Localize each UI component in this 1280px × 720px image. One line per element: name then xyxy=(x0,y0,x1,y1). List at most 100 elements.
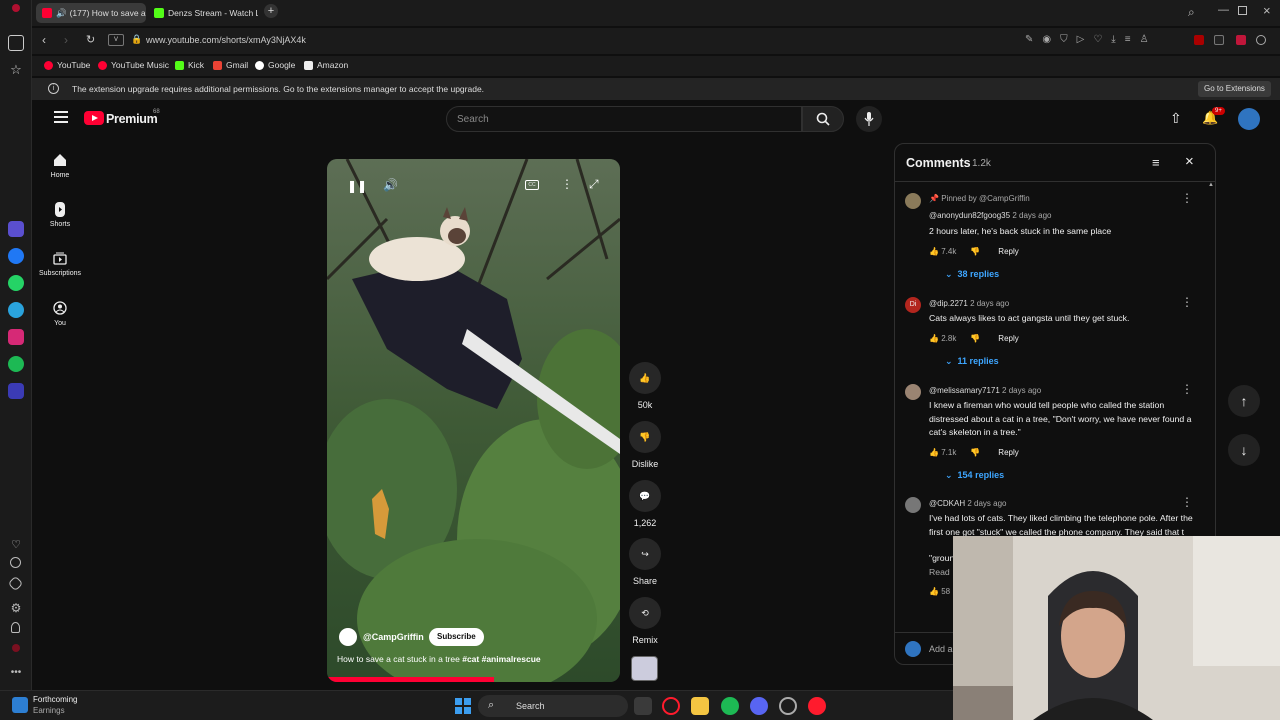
messenger-icon[interactable] xyxy=(8,248,24,264)
reply-button[interactable]: Reply xyxy=(998,448,1018,457)
forward-icon[interactable]: › xyxy=(64,33,68,47)
nav-shorts[interactable]: Shorts xyxy=(32,201,88,228)
reply-button[interactable]: Reply xyxy=(998,247,1018,256)
history-icon[interactable] xyxy=(10,557,21,568)
avatar[interactable] xyxy=(905,193,921,209)
view-replies-button[interactable]: ⌄ 11 replies xyxy=(945,356,999,367)
whatsapp-icon[interactable] xyxy=(8,275,24,291)
list-icon[interactable]: ≡ xyxy=(1125,34,1131,45)
spotify-taskbar-icon[interactable] xyxy=(721,697,739,715)
comment-menu-icon[interactable]: ⋮ xyxy=(1181,495,1193,509)
upload-icon[interactable]: ⇧ xyxy=(1170,110,1182,127)
task-view-icon[interactable] xyxy=(634,697,652,715)
bookmark-youtube[interactable]: YouTube xyxy=(44,60,90,70)
aria-icon[interactable] xyxy=(8,221,24,237)
comment-menu-icon[interactable]: ⋮ xyxy=(1181,191,1193,205)
channel-name[interactable]: @CampGriffin xyxy=(363,632,424,642)
account-icon[interactable]: ♙ xyxy=(1140,34,1149,45)
cube-icon[interactable] xyxy=(7,575,24,592)
channel-avatar[interactable] xyxy=(339,628,357,646)
reload-icon[interactable]: ↻ xyxy=(86,33,95,46)
remix-button[interactable]: ⟲ Remix xyxy=(627,597,663,645)
sort-icon[interactable]: ≡ xyxy=(1152,155,1160,170)
instagram-icon[interactable] xyxy=(8,329,24,345)
tab-youtube[interactable]: 🔊 (177) How to save a c xyxy=(36,3,146,23)
subscribe-button[interactable]: Subscribe xyxy=(429,628,484,646)
avatar[interactable]: Di xyxy=(905,297,921,313)
thumbs-up-icon[interactable]: 👍 xyxy=(929,448,939,457)
extension-dark-icon[interactable] xyxy=(1214,35,1224,45)
captions-icon[interactable]: CC xyxy=(525,180,539,190)
thumbs-up-icon[interactable]: 👍 xyxy=(929,334,939,343)
nav-subscriptions[interactable]: Subscriptions xyxy=(32,250,88,277)
file-explorer-icon[interactable] xyxy=(691,697,709,715)
shield-icon[interactable]: ⛉ xyxy=(1060,34,1068,45)
download-icon[interactable]: ⤓ xyxy=(1111,34,1115,45)
thumbs-up-icon[interactable]: 👍 xyxy=(929,247,939,256)
search-tabs-icon[interactable]: ⌕ xyxy=(1188,5,1195,20)
scroll-up-arrow-icon[interactable]: ▲ xyxy=(1208,182,1214,196)
comments-button[interactable]: 💬 1,262 xyxy=(627,480,663,528)
volume-icon[interactable]: 🔊 xyxy=(383,178,398,192)
nav-home[interactable]: Home xyxy=(32,152,88,179)
minimize-icon[interactable]: — xyxy=(1218,4,1229,16)
bookmark-kick[interactable]: Kick xyxy=(175,60,204,70)
bookmark-amazon[interactable]: Amazon xyxy=(304,60,348,70)
new-tab-button[interactable]: + xyxy=(264,4,278,18)
opera-icon[interactable] xyxy=(808,697,826,715)
avatar[interactable] xyxy=(905,384,921,400)
share-button[interactable]: ↪ Share xyxy=(627,538,663,586)
nav-you[interactable]: You xyxy=(32,300,88,327)
thumbs-down-icon[interactable]: 👎 xyxy=(970,247,980,256)
bookmark-google[interactable]: Google xyxy=(255,60,295,70)
youtube-logo-icon[interactable] xyxy=(84,111,104,125)
pause-icon[interactable]: ❚❚ xyxy=(347,179,367,193)
comment-menu-icon[interactable]: ⋮ xyxy=(1181,382,1193,396)
weather-icon[interactable] xyxy=(12,697,28,713)
bookmark-gmail[interactable]: Gmail xyxy=(213,60,248,70)
voice-search-button[interactable] xyxy=(856,106,882,132)
like-button[interactable]: 👍 50k xyxy=(627,362,663,410)
camera-icon[interactable]: ◉ xyxy=(1042,34,1051,45)
more-options-icon[interactable]: ⋮ xyxy=(561,177,573,191)
bulb-icon[interactable] xyxy=(11,622,20,633)
settings-icon[interactable]: ⚙ xyxy=(8,600,24,616)
next-video-button[interactable]: ↓ xyxy=(1228,434,1260,466)
url-field[interactable]: www.youtube.com/shorts/xmAy3NjAX4k xyxy=(146,35,306,45)
short-video-player[interactable]: ❚❚ 🔊 CC ⋮ ⤢ @CampGriffin Subscribe How t… xyxy=(327,159,620,682)
close-window-icon[interactable]: × xyxy=(1263,3,1271,18)
opera-icon[interactable] xyxy=(12,644,20,652)
discord-icon[interactable] xyxy=(750,697,768,715)
opera-gx-icon[interactable] xyxy=(662,697,680,715)
thumbs-down-icon[interactable]: 👎 xyxy=(970,448,980,457)
weather-title[interactable]: Forthcoming xyxy=(33,695,77,704)
edit-icon[interactable]: ✎ xyxy=(1025,34,1033,45)
play-icon[interactable]: ▷ xyxy=(1077,34,1085,45)
add-comment-input[interactable]: Add a xyxy=(929,644,953,654)
view-replies-button[interactable]: ⌄ 154 replies xyxy=(945,470,1004,481)
extensions-puzzle-icon[interactable] xyxy=(1256,35,1266,45)
settings-taskbar-icon[interactable] xyxy=(779,697,797,715)
search-input[interactable]: Search xyxy=(446,106,802,132)
bookmark-youtube-music[interactable]: YouTube Music xyxy=(98,60,169,70)
extension-red-icon[interactable] xyxy=(1194,35,1204,45)
search-button[interactable] xyxy=(802,106,844,132)
extension-pink-icon[interactable] xyxy=(1236,35,1246,45)
avatar[interactable] xyxy=(1238,108,1260,130)
close-icon[interactable]: × xyxy=(1185,153,1194,170)
vpn-badge-icon[interactable]: V xyxy=(108,34,124,46)
comment-menu-icon[interactable]: ⋮ xyxy=(1181,295,1193,309)
back-icon[interactable]: ‹ xyxy=(42,33,46,47)
sound-thumbnail[interactable] xyxy=(631,656,658,681)
avatar[interactable] xyxy=(905,497,921,513)
maximize-icon[interactable] xyxy=(1238,6,1247,15)
browser-menu-icon[interactable] xyxy=(12,4,20,12)
go-to-extensions-button[interactable]: Go to Extensions xyxy=(1198,81,1271,97)
reply-button[interactable]: Reply xyxy=(998,334,1018,343)
player-icon[interactable] xyxy=(8,383,24,399)
more-icon[interactable]: ••• xyxy=(8,664,24,680)
tab-kick[interactable]: Denzs Stream - Watch Liv xyxy=(148,3,258,23)
thumbs-down-icon[interactable]: 👎 xyxy=(970,334,980,343)
previous-video-button[interactable]: ↑ xyxy=(1228,385,1260,417)
hamburger-menu-icon[interactable] xyxy=(54,111,68,123)
